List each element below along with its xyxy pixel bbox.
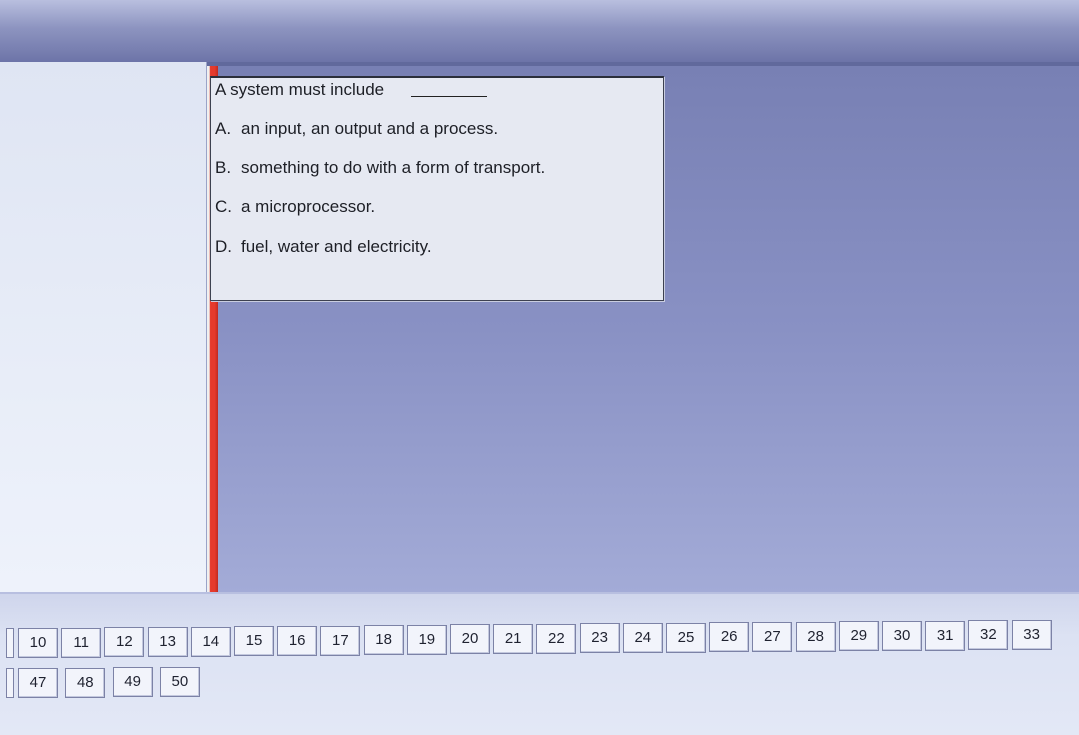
option-a-text: an input, an output and a process. — [241, 119, 499, 138]
question-text: A system must include — [215, 80, 385, 99]
question-number-button[interactable]: 11 — [61, 628, 102, 658]
question-navigator: 10 11 12 13 14 15 16 17 18 19 20 21 22 23 24 25 26 27 28 29… — [0, 592, 1079, 735]
nav-edge-stub — [6, 628, 14, 658]
question-number-button[interactable]: 30 — [882, 621, 922, 651]
question-number-button[interactable]: 14 — [190, 627, 231, 657]
option-d-text: fuel, water and electricity. — [241, 237, 432, 256]
question-number-button[interactable]: 50 — [159, 667, 200, 697]
question-number-button[interactable]: 28 — [795, 622, 836, 652]
question-box: A system must include A. an input, an out… — [210, 76, 664, 301]
option-a[interactable]: A. an input, an output and a process. — [215, 119, 498, 139]
option-b-letter: B. — [215, 158, 232, 177]
option-c-letter: C. — [215, 197, 232, 216]
question-number-button[interactable]: 19 — [406, 625, 447, 655]
question-number-button[interactable]: 17 — [320, 626, 361, 656]
question-number-button[interactable]: 26 — [709, 622, 750, 652]
question-number-button[interactable]: 24 — [622, 623, 663, 653]
question-number-button[interactable]: 32 — [968, 620, 1009, 650]
nav-edge-stub — [6, 668, 14, 698]
question-number-button[interactable]: 12 — [104, 627, 145, 657]
top-bar — [0, 0, 1079, 62]
option-d[interactable]: D. fuel, water and electricity. — [215, 237, 432, 257]
question-number-button[interactable]: 13 — [147, 627, 188, 657]
question-number-button[interactable]: 22 — [536, 624, 577, 654]
question-number-button[interactable]: 29 — [838, 621, 879, 651]
question-number-button[interactable]: 16 — [277, 626, 318, 656]
option-c-text: a microprocessor. — [241, 197, 376, 216]
question-number-button[interactable]: 10 — [18, 628, 58, 658]
option-c[interactable]: C. a microprocessor. — [215, 197, 375, 217]
question-number-button[interactable]: 21 — [493, 624, 534, 654]
question-number-button[interactable]: 18 — [363, 625, 404, 655]
option-b[interactable]: B. something to do with a form of transpo… — [215, 158, 545, 178]
option-a-letter: A. — [215, 119, 232, 138]
option-b-text: something to do with a form of transport… — [241, 158, 546, 177]
question-number-button[interactable]: 20 — [450, 624, 490, 654]
option-d-letter: D. — [215, 237, 232, 256]
question-number-button[interactable]: 48 — [65, 668, 106, 698]
question-number-button[interactable]: 27 — [752, 622, 793, 652]
question-number-button[interactable]: 31 — [925, 621, 966, 651]
question-number-button[interactable]: 15 — [234, 626, 274, 656]
question-number-button[interactable]: 49 — [112, 667, 153, 697]
left-panel — [0, 62, 207, 592]
question-number-button[interactable]: 23 — [579, 623, 620, 653]
question-number-button[interactable]: 25 — [666, 623, 706, 653]
question-number-button[interactable]: 47 — [18, 668, 58, 698]
answer-blank — [411, 96, 487, 97]
question-number-button[interactable]: 33 — [1011, 620, 1052, 650]
